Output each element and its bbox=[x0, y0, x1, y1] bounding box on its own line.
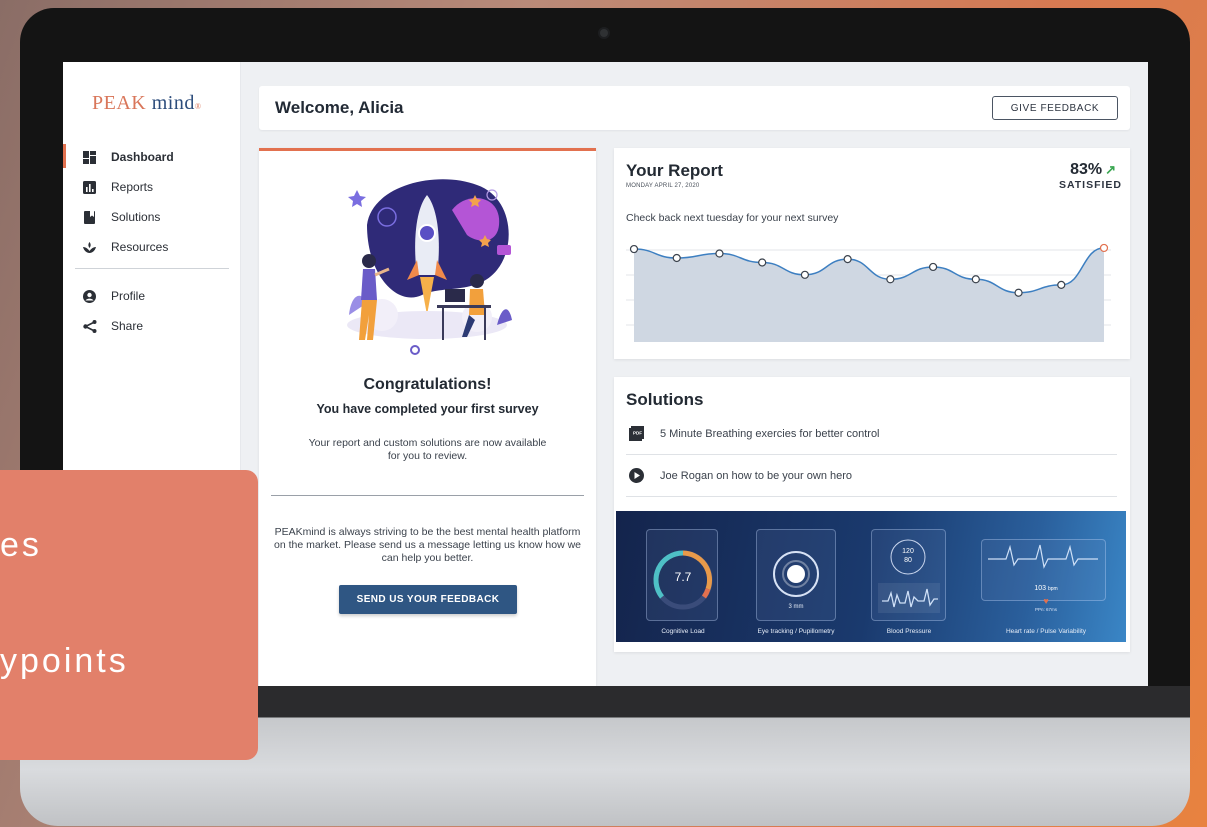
biometrics-banner: 7.7 3 mm 120 80 103 bpm ♥ PPn: 67ms Cogn… bbox=[616, 511, 1126, 642]
resources-icon bbox=[83, 241, 96, 254]
overlay-line-2: ypoints bbox=[0, 642, 129, 680]
hr-value: 103 bbox=[1034, 585, 1046, 592]
feedback-text: PEAKmind is always striving to be the be… bbox=[273, 526, 581, 564]
chart-point bbox=[715, 249, 724, 258]
overlay-card: es ypoints bbox=[0, 470, 258, 760]
chart-point bbox=[886, 275, 895, 284]
sidebar-item-dashboard[interactable]: Dashboard bbox=[63, 142, 241, 172]
eye-tracking-label: Eye tracking / Pupillometry bbox=[757, 628, 835, 635]
page-header: Welcome, Alicia GIVE FEEDBACK bbox=[259, 86, 1130, 130]
sidebar-item-label: Resources bbox=[111, 240, 169, 254]
solution-label: 5 Minute Breathing exercies for better c… bbox=[660, 427, 880, 440]
chart-point bbox=[1057, 280, 1066, 289]
chart-point bbox=[672, 253, 681, 263]
logo-part1: PEAK bbox=[92, 92, 147, 114]
chart-point bbox=[758, 258, 767, 267]
report-note: Check back next tuesday for your next su… bbox=[626, 212, 839, 224]
sidebar-item-profile[interactable]: Profile bbox=[63, 281, 241, 311]
sidebar-nav: Dashboard Reports Solutions Resources Pr… bbox=[63, 142, 241, 341]
send-feedback-button[interactable]: SEND US YOUR FEEDBACK bbox=[339, 585, 517, 614]
gauge-value: 7.7 bbox=[674, 570, 692, 584]
chart-point bbox=[928, 262, 938, 272]
bp-wave-icon bbox=[878, 583, 940, 613]
sidebar-item-solutions[interactable]: Solutions bbox=[63, 202, 241, 232]
heart-rate-label: Heart rate / Pulse Variability bbox=[1005, 628, 1087, 635]
chart-point bbox=[1099, 243, 1109, 253]
profile-icon bbox=[83, 289, 96, 303]
logo-mark: ® bbox=[194, 102, 202, 111]
congrats-divider bbox=[271, 495, 584, 496]
sidebar-item-share[interactable]: Share bbox=[63, 311, 241, 341]
solutions-title: Solutions bbox=[626, 390, 704, 409]
hr-readout: 103 bpm bbox=[1021, 585, 1071, 592]
sidebar-item-resources[interactable]: Resources bbox=[63, 232, 241, 262]
report-chart bbox=[626, 243, 1111, 342]
solution-label: Joe Rogan on how to be your own hero bbox=[660, 469, 853, 482]
satisfaction-percent: 83% ↗ bbox=[1070, 161, 1116, 179]
chart-area bbox=[634, 247, 1104, 342]
satisfaction-value: 83% bbox=[1070, 161, 1103, 178]
congrats-subtitle: You have completed your first survey bbox=[316, 402, 539, 416]
chart-point bbox=[800, 270, 810, 279]
dashboard-icon bbox=[83, 150, 96, 164]
satisfaction-status: SATISFIED bbox=[1058, 179, 1122, 191]
sidebar-item-label: Profile bbox=[111, 289, 146, 303]
solution-item-video[interactable]: Joe Rogan on how to be your own hero bbox=[626, 455, 1117, 497]
chart-point bbox=[843, 255, 852, 264]
heart-wave-icon bbox=[988, 544, 1098, 569]
hr-sub: PPn: 67ms bbox=[1034, 607, 1057, 612]
heart-icon: ♥ bbox=[1043, 596, 1049, 606]
cognitive-load-label: Cognitive Load bbox=[661, 628, 705, 635]
sidebar-item-label: Dashboard bbox=[111, 150, 174, 164]
rocket-illustration bbox=[347, 179, 512, 355]
trending-up-icon: ↗ bbox=[1105, 162, 1116, 177]
camera-icon bbox=[598, 27, 610, 39]
report-card: Your Report MONDAY APRIL 27, 2020 83% ↗ S… bbox=[614, 148, 1130, 359]
hr-unit: bpm bbox=[1047, 586, 1058, 592]
overlay-line-1: es bbox=[0, 526, 42, 564]
chart-point bbox=[971, 275, 980, 284]
play-icon bbox=[626, 468, 646, 483]
congrats-card: Congratulations! You have completed your… bbox=[259, 148, 596, 686]
blood-pressure-label: Blood Pressure bbox=[886, 628, 932, 635]
sidebar-item-label: Reports bbox=[111, 180, 154, 194]
chart-point bbox=[1014, 288, 1023, 297]
logo-part2: mind bbox=[151, 92, 195, 114]
page-title: Welcome, Alicia bbox=[275, 98, 404, 117]
eye-value: 3 mm bbox=[788, 604, 804, 610]
pdf-icon: PDF bbox=[626, 426, 646, 441]
pupil-icon bbox=[773, 551, 819, 597]
share-icon bbox=[83, 319, 97, 333]
logo[interactable]: PEAK mind® bbox=[92, 92, 201, 115]
bp-diastolic: 80 bbox=[904, 557, 912, 564]
chart-point bbox=[629, 244, 639, 254]
congrats-title: Congratulations! bbox=[363, 376, 492, 393]
svg-text:PDF: PDF bbox=[633, 431, 642, 436]
sidebar-item-reports[interactable]: Reports bbox=[63, 172, 241, 202]
sidebar-item-label: Share bbox=[111, 319, 144, 333]
sidebar-item-label: Solutions bbox=[111, 210, 161, 224]
report-title: Your Report bbox=[626, 161, 723, 180]
sidebar-divider bbox=[75, 268, 229, 269]
solution-item-breathing[interactable]: PDF 5 Minute Breathing exercies for bett… bbox=[626, 413, 1117, 455]
reports-icon bbox=[83, 180, 96, 194]
give-feedback-button[interactable]: GIVE FEEDBACK bbox=[992, 96, 1118, 120]
bp-values: 120 80 bbox=[889, 547, 927, 565]
report-date: MONDAY APRIL 27, 2020 bbox=[626, 183, 700, 189]
solutions-icon bbox=[83, 210, 96, 224]
bp-systolic: 120 bbox=[902, 548, 914, 555]
solutions-card: Solutions PDF 5 Minute Breathing exercie… bbox=[614, 377, 1130, 652]
congrats-text: Your report and custom solutions are now… bbox=[308, 437, 547, 462]
